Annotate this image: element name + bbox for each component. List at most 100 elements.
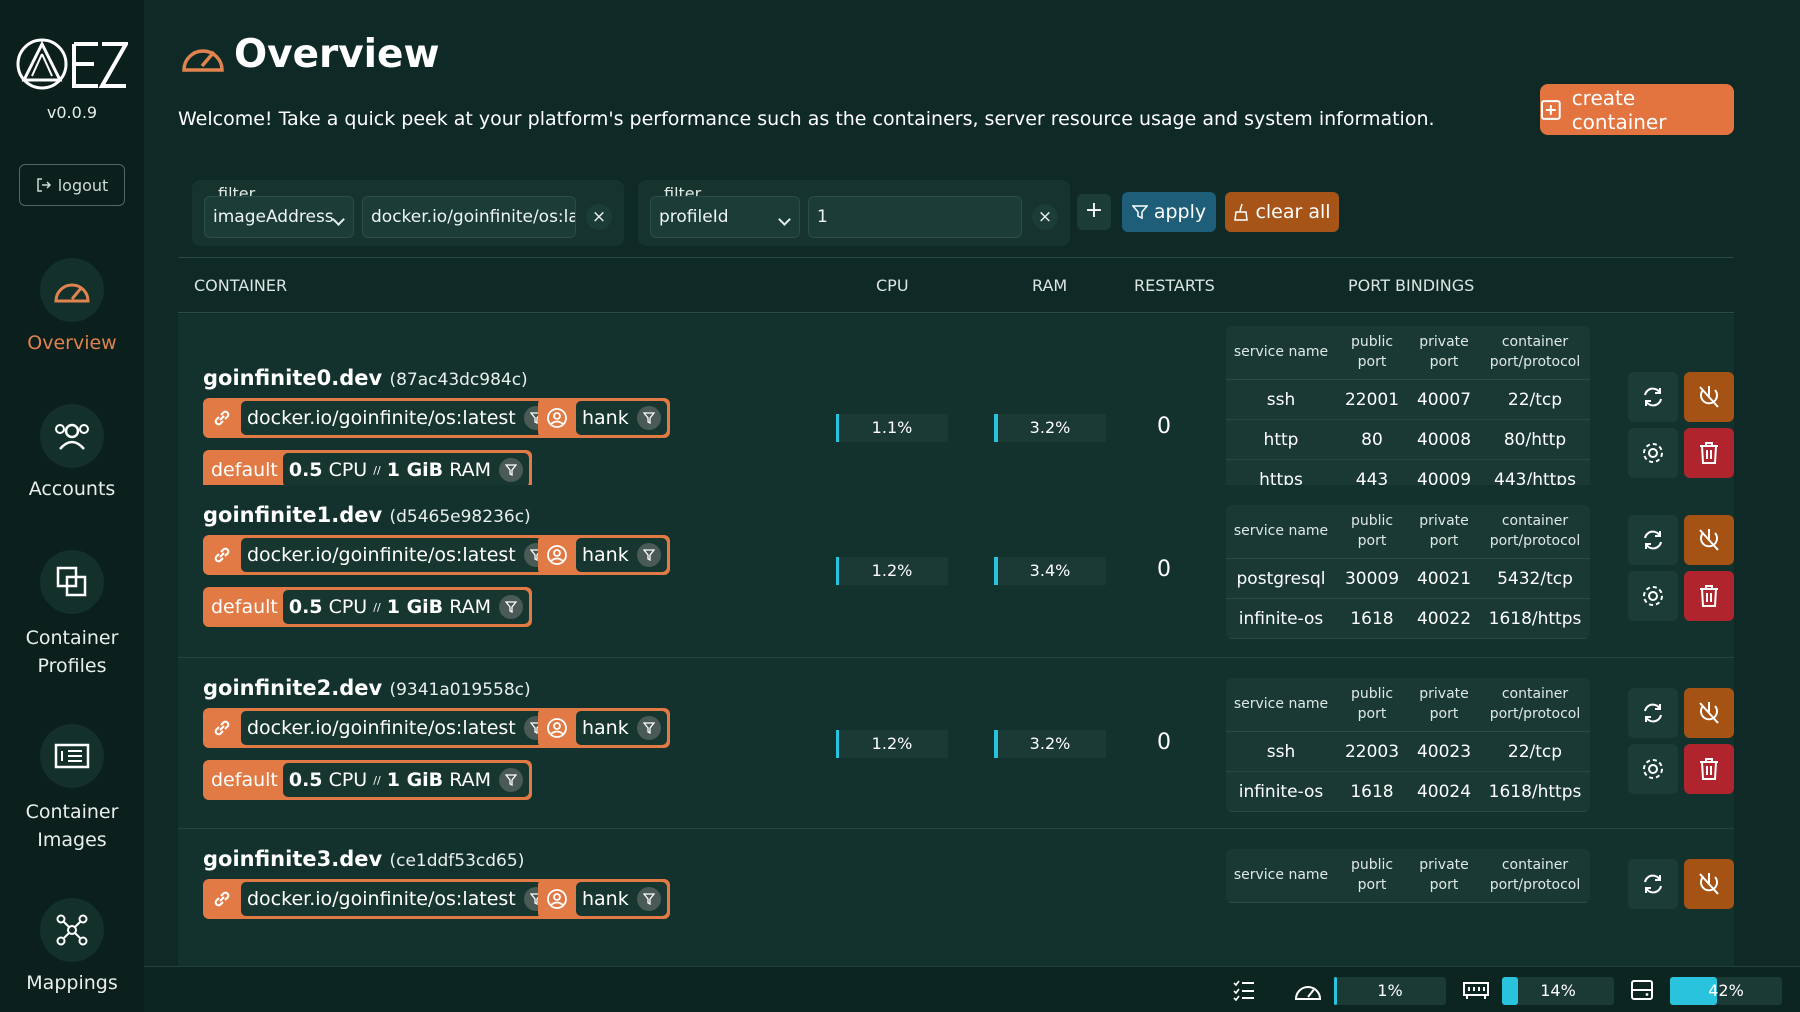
filter-field-select[interactable]: imageAddress [204,196,354,238]
cpu-unit: CPU [328,459,368,481]
port-bindings-header: service name public port private port cont… [1226,849,1590,903]
cpu-usage-bar [836,557,839,585]
port-public: 1618 [1350,782,1394,802]
clear-all-button[interactable]: clear all [1225,192,1339,232]
network-icon [56,914,88,946]
settings-button[interactable] [1628,428,1678,478]
restart-button[interactable] [1628,859,1678,909]
ram-usage-text: 3.2% [1029,418,1071,437]
image-badge: docker.io/goinfinite/os:latest [203,398,557,438]
status-disk-usage: 42% [1670,977,1782,1005]
filter-value-input[interactable]: 1 [808,196,1022,238]
port-header-container: container port/protocol [1489,513,1581,549]
refresh-icon [1644,530,1662,550]
user-circle-icon [547,408,567,428]
clear-all-label: clear all [1255,201,1331,223]
delete-button[interactable] [1684,571,1734,621]
nav-item-overview[interactable]: Overview [0,258,144,354]
image-badge: docker.io/goinfinite/os:latest [203,535,557,575]
port-container: 22/tcp [1507,390,1563,410]
image-address: docker.io/goinfinite/os:latest [247,888,516,910]
logout-icon [36,178,51,192]
apply-filter-button[interactable]: apply [1122,192,1216,232]
nav-item-mappings[interactable]: Mappings [0,898,144,994]
port-header-container: container port/protocol [1489,857,1581,893]
account-name: hank [582,407,629,429]
gear-icon [1643,759,1663,779]
cpu-usage: 1.2% [836,730,948,758]
broom-icon [1234,203,1249,221]
stop-button[interactable] [1684,515,1734,565]
filter-by-button[interactable] [499,458,524,482]
filter-field-select[interactable]: profileId [650,196,800,238]
container-name[interactable]: goinfinite0.dev (87ac43dc984c) [203,366,528,390]
settings-button[interactable] [1628,744,1678,794]
stop-button[interactable] [1684,859,1734,909]
filter-by-button[interactable] [636,406,661,430]
port-service: ssh [1266,742,1296,762]
nav-item-container-profiles[interactable]: Container Profiles [0,550,144,680]
page-intro: Welcome! Take a quick peek at your platf… [178,108,1435,130]
delete-button[interactable] [1684,428,1734,478]
page-title: Overview [234,32,440,77]
account-badge: hank [538,708,670,748]
ram-usage-bar [994,414,998,442]
container-name[interactable]: goinfinite1.dev (d5465e98236c) [203,503,531,527]
cpu-usage: 1.1% [836,414,948,442]
cpu-usage-text: 1.2% [871,734,913,753]
stop-button[interactable] [1684,372,1734,422]
filter-icon [642,722,655,734]
port-private: 40024 [1416,782,1472,802]
port-binding-row: ssh 22001 40007 22/tcp [1226,380,1590,420]
filter-by-button[interactable] [636,543,661,567]
restart-button[interactable] [1628,515,1678,565]
filter-remove-button[interactable]: × [586,204,612,230]
filter-value-input[interactable]: docker.io/goinfinite/os:la [362,196,576,238]
add-filter-button[interactable]: + [1077,194,1111,230]
filter-remove-button[interactable]: × [1032,204,1058,230]
filter-field-value: profileId [659,207,729,227]
users-icon [55,423,89,450]
filter-by-button[interactable] [499,595,524,619]
user-circle-icon [547,718,567,738]
create-container-button[interactable]: create container [1540,84,1734,135]
restart-button[interactable] [1628,372,1678,422]
nav-item-accounts[interactable]: Accounts [0,404,144,500]
port-header-public: public port [1350,334,1394,370]
status-bar: 1% 14% 42% [144,966,1800,1012]
profile-name: default [211,596,278,618]
port-container: 1618/https [1488,782,1582,802]
container-id: (ce1ddf53cd65) [389,851,525,871]
container-id: (d5465e98236c) [389,507,531,527]
restarts-count: 0 [1157,730,1171,755]
refresh-icon [1644,874,1662,894]
trash-icon [1700,442,1718,464]
ram-usage: 3.2% [994,414,1106,442]
filter-icon [505,464,518,476]
stop-button[interactable] [1684,688,1734,738]
ram-usage-bar [994,730,998,758]
port-header-public: public port [1350,686,1394,722]
port-binding-row: infinite-os 1618 40022 1618/https [1226,599,1590,639]
trash-icon [1700,585,1718,607]
container-row: goinfinite3.dev (ce1ddf53cd65) docker.io/… [178,829,1734,969]
settings-button[interactable] [1628,571,1678,621]
container-name[interactable]: goinfinite2.dev (9341a019558c) [203,676,531,700]
ram-unit: RAM [449,596,492,618]
cpu-usage: 1.2% [836,557,948,585]
copy-icon [56,566,87,597]
logout-label: logout [57,175,109,195]
port-bindings-table: service name public port private port cont… [1226,505,1590,639]
container-name[interactable]: goinfinite3.dev (ce1ddf53cd65) [203,847,524,871]
tasks-icon[interactable] [1232,979,1256,1001]
header-cpu: CPU [876,276,909,295]
delete-button[interactable] [1684,744,1734,794]
restart-button[interactable] [1628,688,1678,738]
filter-by-button[interactable] [636,887,661,911]
filter-by-button[interactable] [636,716,661,740]
cpu-unit: CPU [328,596,368,618]
create-container-label: create container [1571,85,1667,134]
nav-item-container-images[interactable]: Container Images [0,724,144,854]
logout-button[interactable]: logout [19,164,125,206]
filter-by-button[interactable] [499,768,524,792]
